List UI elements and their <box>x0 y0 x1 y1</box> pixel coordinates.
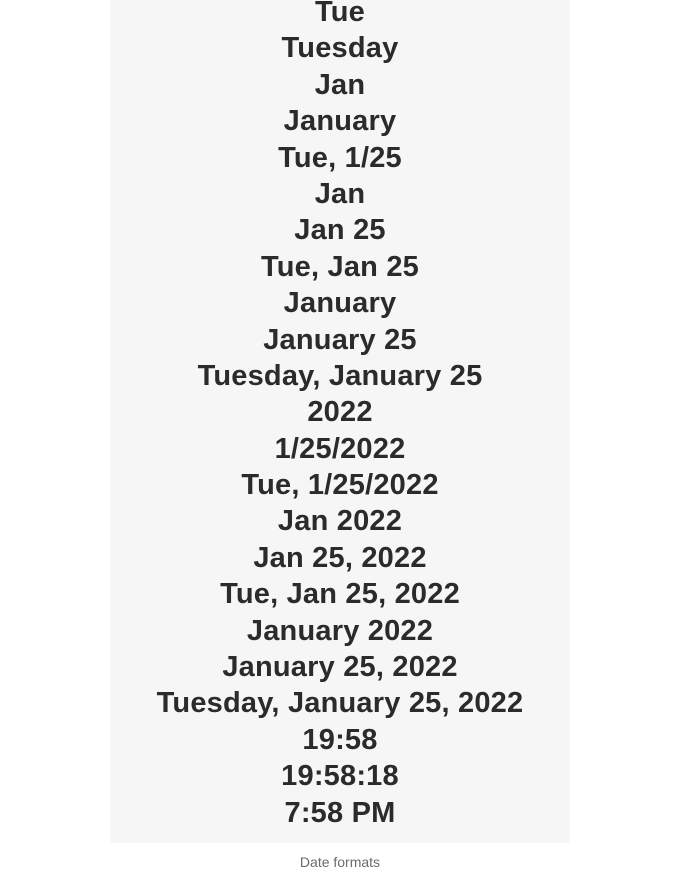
format-item: Tue, 1/25/2022 <box>241 469 439 502</box>
format-item: Tuesday <box>281 32 399 65</box>
format-item: 2022 <box>307 396 373 429</box>
format-item: Jan 25, 2022 <box>253 541 427 574</box>
page: Tue Tuesday Jan January Tue, 1/25 Jan Ja… <box>0 0 680 873</box>
format-item: Tuesday, January 25 <box>197 359 483 392</box>
format-item: 19:58:18 <box>281 760 399 793</box>
image-caption: Date formats <box>299 854 381 870</box>
format-item: January 25 <box>263 323 417 356</box>
format-item: Tue, Jan 25, 2022 <box>220 578 460 611</box>
format-item: January 25, 2022 <box>222 651 458 684</box>
format-item: January 2022 <box>246 614 434 647</box>
format-item: Jan 2022 <box>277 505 403 538</box>
format-item: 1/25/2022 <box>274 432 406 465</box>
format-item: Tue <box>314 0 365 28</box>
format-item: 19:58 <box>302 723 378 756</box>
format-item: 7:58 PM <box>284 796 396 829</box>
format-item: January <box>283 287 397 320</box>
format-item: Jan <box>314 177 366 210</box>
format-item: Jan <box>314 68 366 101</box>
format-item: Jan 25 <box>294 214 386 247</box>
format-item: Tuesday, January 25, 2022 <box>156 687 524 720</box>
format-item: Tue, Jan 25 <box>260 250 419 283</box>
format-item: January <box>283 105 397 138</box>
date-format-list: Tue Tuesday Jan January Tue, 1/25 Jan Ja… <box>0 0 680 831</box>
format-item: Tue, 1/25 <box>278 141 402 174</box>
